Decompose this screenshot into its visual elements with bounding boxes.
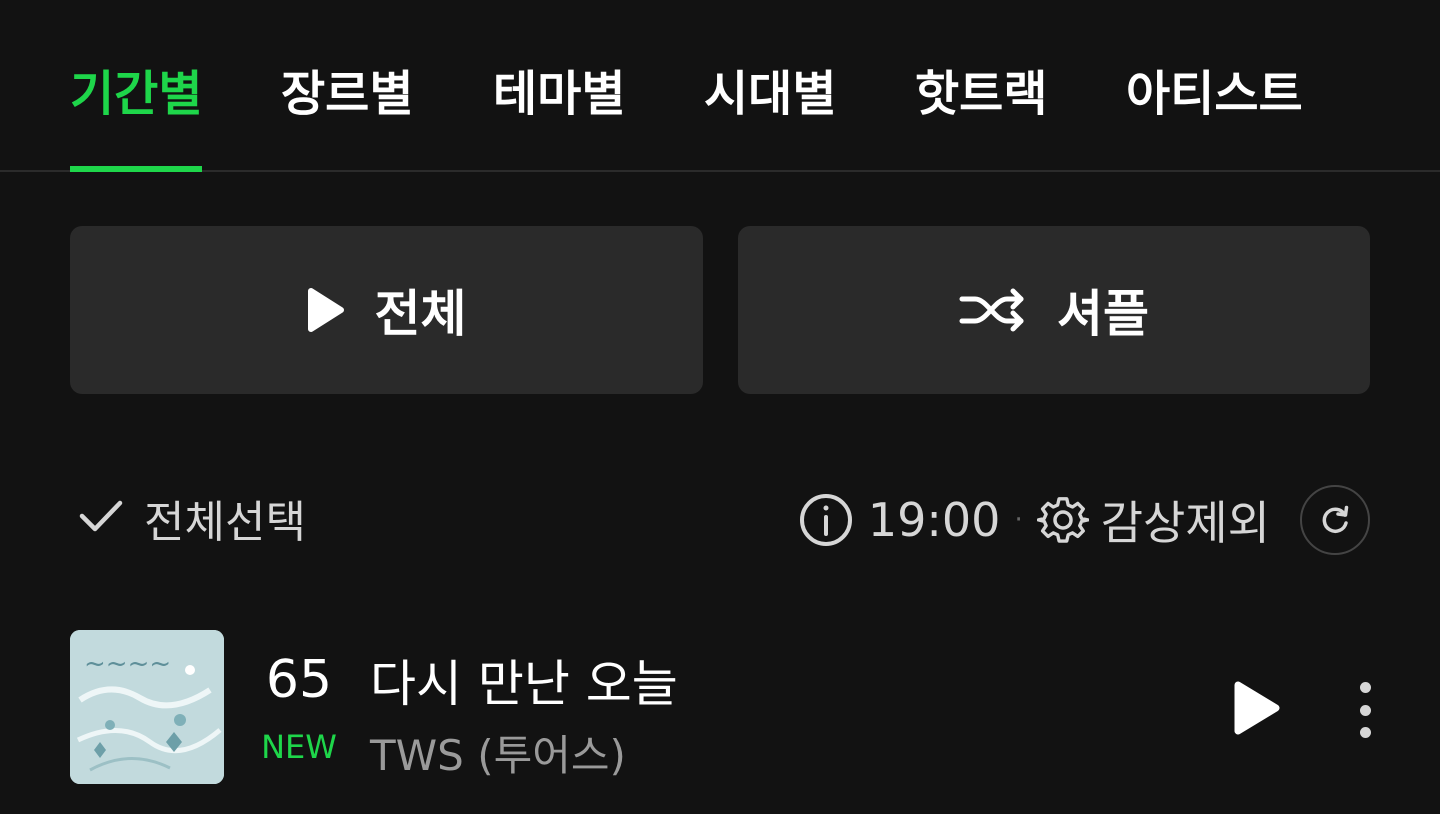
more-dot: [1359, 682, 1371, 693]
new-badge: NEW: [261, 728, 337, 766]
tab-period-label: 기간별: [70, 66, 203, 122]
play-icon: [307, 287, 345, 333]
more-dot: [1359, 727, 1371, 738]
play-all-button[interactable]: 전체: [70, 226, 703, 394]
album-cover[interactable]: ~~~~: [70, 630, 224, 784]
gear-icon: [1036, 494, 1089, 546]
tab-genre-label: 장르별: [281, 66, 414, 122]
tab-era-label: 시대별: [704, 66, 837, 122]
separator-dot: ·: [1014, 505, 1023, 535]
refresh-icon: [1318, 503, 1352, 537]
shuffle-icon: [959, 287, 1027, 333]
more-dot: [1359, 704, 1371, 716]
tab-theme-label: 테마별: [493, 66, 626, 122]
shuffle-label: 셔플: [1057, 285, 1149, 343]
active-tab-indicator: [70, 166, 203, 172]
refresh-button[interactable]: [1300, 485, 1370, 555]
tab-hot-track-label: 핫트랙: [915, 66, 1048, 122]
tab-period[interactable]: 기간별: [70, 54, 203, 172]
select-all-toggle[interactable]: 전체선택: [78, 490, 306, 548]
chart-meta-row: 19:00 · 감상제외: [798, 485, 1370, 555]
tab-genre[interactable]: 장르별: [281, 54, 413, 172]
play-icon: [1232, 681, 1282, 740]
more-options-button[interactable]: [1350, 682, 1380, 738]
track-title[interactable]: 다시 만난 오늘: [370, 644, 678, 716]
track-row[interactable]: ~~~~ 65 NEW 다시 만난 오늘 TWS (투어스): [70, 630, 1371, 786]
track-play-button[interactable]: [1232, 680, 1282, 736]
shuffle-button[interactable]: 셔플: [738, 226, 1370, 394]
category-tab-bar: 기간별 장르별 테마별 시대별 핫트랙 아티스트: [0, 0, 1440, 172]
track-artist[interactable]: TWS (투어스): [370, 722, 626, 783]
tab-theme[interactable]: 테마별: [493, 54, 625, 172]
exclude-listening-button[interactable]: 감상제외: [1036, 487, 1270, 553]
track-rank: 65: [265, 650, 333, 710]
info-icon[interactable]: [798, 492, 854, 548]
tab-hot-track[interactable]: 핫트랙: [915, 54, 1047, 172]
play-all-label: 전체: [374, 285, 467, 343]
select-all-label: 전체선택: [144, 497, 306, 548]
check-icon: [78, 498, 124, 538]
exclude-listening-label: 감상제외: [1100, 496, 1270, 550]
tab-artist[interactable]: 아티스트: [1126, 54, 1303, 172]
tab-artist-label: 아티스트: [1126, 66, 1303, 122]
svg-text:~~~~: ~~~~: [84, 649, 171, 679]
update-time: 19:00: [867, 493, 1001, 547]
tab-era[interactable]: 시대별: [704, 54, 836, 172]
